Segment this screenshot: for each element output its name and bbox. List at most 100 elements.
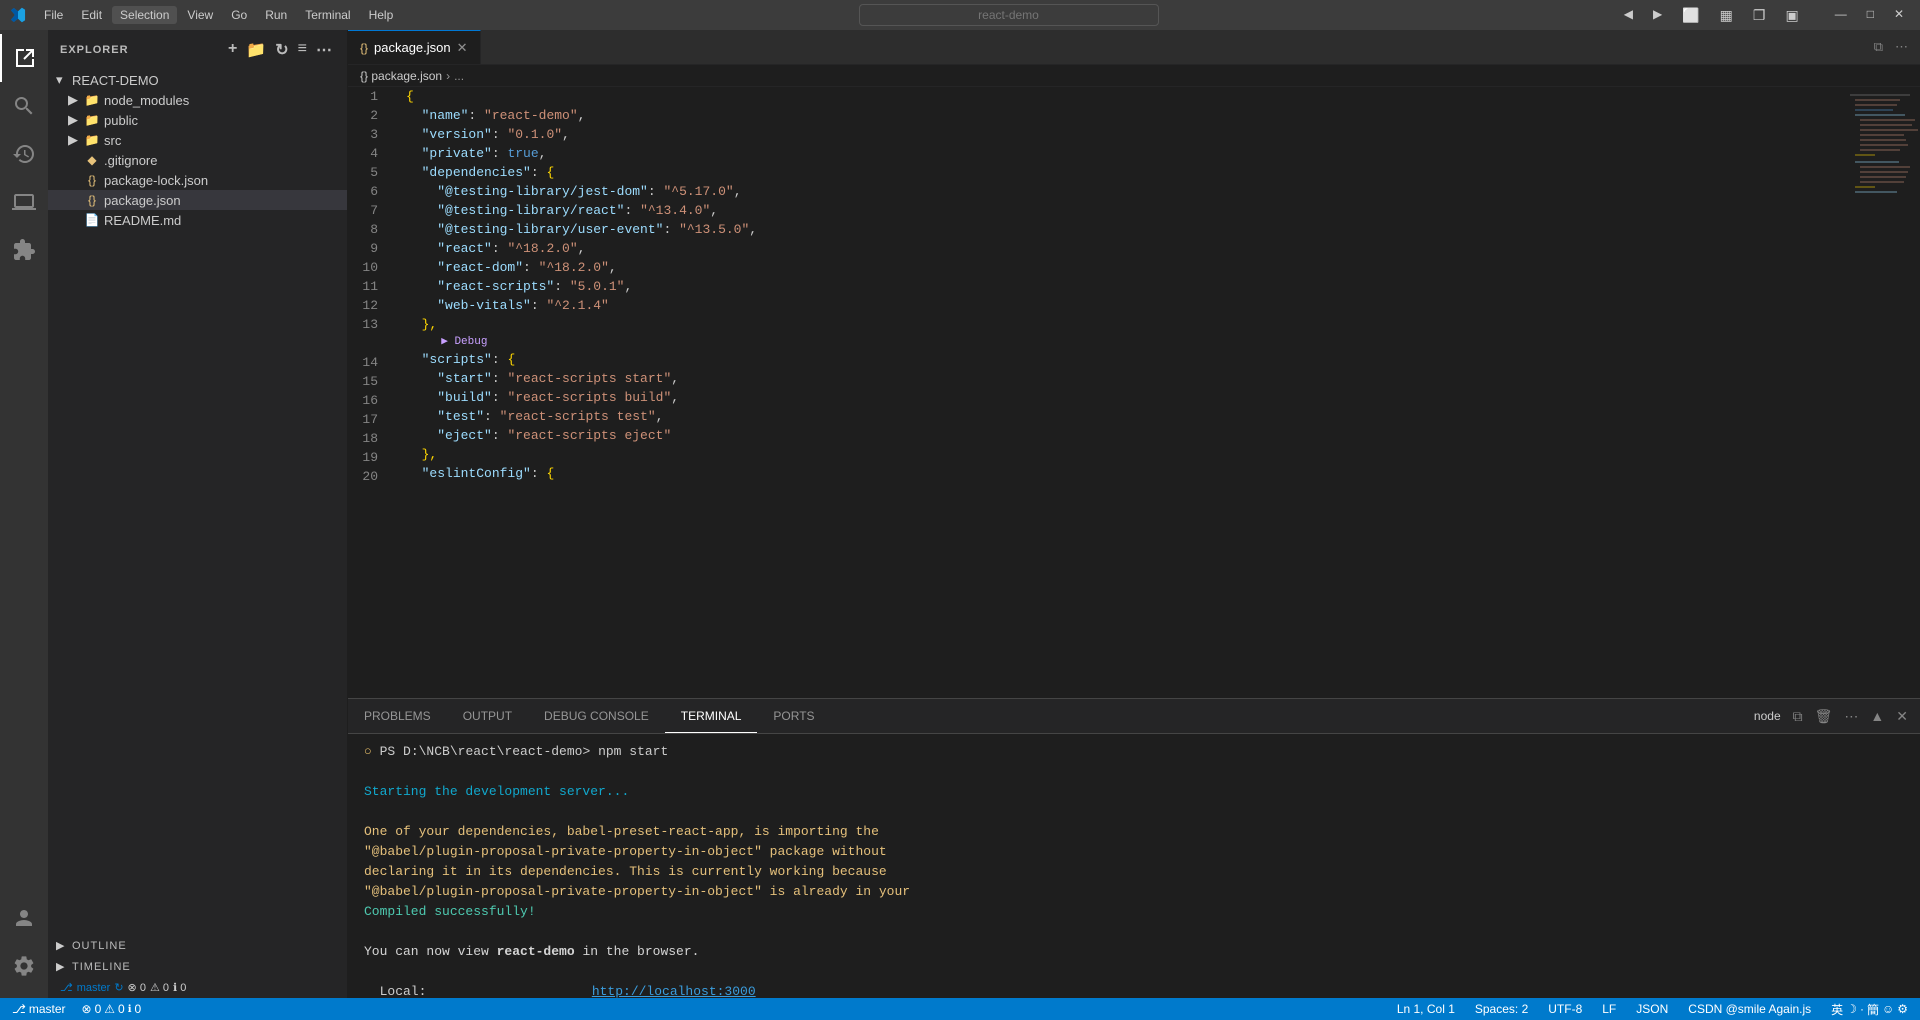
- vscode-logo: [8, 5, 28, 25]
- activity-bottom: [0, 894, 48, 998]
- timeline-section[interactable]: ▶ TIMELINE: [48, 956, 347, 977]
- ps-icon: ○: [364, 744, 372, 759]
- ime-settings-icon: ⚙: [1897, 1002, 1908, 1016]
- timeline-arrow: ▶: [56, 960, 72, 973]
- ime-smile-icon: ☺: [1882, 1002, 1894, 1016]
- project-root[interactable]: ▾ REACT-DEMO: [48, 70, 347, 90]
- activity-settings[interactable]: [0, 942, 48, 990]
- timeline-label: TIMELINE: [72, 961, 131, 973]
- status-errors[interactable]: ⊗ 0 ⚠ 0 ℹ 0: [78, 1002, 146, 1016]
- readme-file[interactable]: ▶ 📄 README.md: [48, 210, 347, 230]
- activity-search[interactable]: [0, 82, 48, 130]
- breadcrumb-file[interactable]: {} package.json: [360, 69, 442, 83]
- nav-forward[interactable]: ▶: [1645, 3, 1670, 28]
- layout-icon-3[interactable]: ❐: [1745, 3, 1774, 28]
- new-folder-icon[interactable]: 📁: [244, 38, 269, 62]
- terminal-kill-icon[interactable]: 🗑: [1811, 706, 1837, 727]
- tab-terminal[interactable]: TERMINAL: [665, 699, 758, 733]
- layout-icon-1[interactable]: ⬜: [1674, 3, 1707, 28]
- panel-more-icon[interactable]: ⋯: [1840, 706, 1862, 727]
- status-branch-item[interactable]: ⎇ master: [8, 1002, 70, 1016]
- terminal-content[interactable]: ○ PS D:\NCB\react\react-demo> npm start …: [348, 734, 1920, 998]
- code-line-11: "react-scripts": "5.0.1",: [406, 277, 1832, 296]
- more-tabs-icon[interactable]: ⋯: [1891, 37, 1912, 57]
- folder-icon: 📁: [84, 113, 100, 127]
- menu-run[interactable]: Run: [257, 6, 295, 24]
- code-line-18: "eject": "react-scripts eject": [406, 426, 1832, 445]
- tab-bar: {} package.json ✕ ⧉ ⋯: [348, 30, 1920, 65]
- sidebar: EXPLORER + 📁 ↻ ≡ ⋯ ▾ REACT-DEMO ▶ 📁 node…: [48, 30, 348, 998]
- nav-back[interactable]: ◀: [1616, 3, 1641, 28]
- new-file-icon[interactable]: +: [226, 38, 240, 62]
- status-encoding[interactable]: UTF-8: [1544, 1002, 1586, 1016]
- activity-extensions[interactable]: [0, 226, 48, 274]
- outline-section[interactable]: ▶ OUTLINE: [48, 935, 347, 956]
- tab-debug-console[interactable]: DEBUG CONSOLE: [528, 699, 665, 733]
- statusbar: ⎇ master ⊗ 0 ⚠ 0 ℹ 0 Ln 1, Col 1 Spaces:…: [0, 998, 1920, 1020]
- status-ln-col[interactable]: Ln 1, Col 1: [1393, 1002, 1459, 1016]
- search-input[interactable]: [859, 4, 1159, 26]
- status-language[interactable]: JSON: [1632, 1002, 1672, 1016]
- folder-name: public: [104, 113, 138, 128]
- minimize-button[interactable]: —: [1827, 3, 1855, 28]
- package-lock-file[interactable]: ▶ {} package-lock.json: [48, 170, 347, 190]
- tab-package-json[interactable]: {} package.json ✕: [348, 30, 481, 64]
- file-name: package-lock.json: [104, 173, 208, 188]
- outline-arrow: ▶: [56, 939, 72, 952]
- status-feedback[interactable]: CSDN @smile Again.js: [1684, 1002, 1815, 1016]
- status-ime: 英 ☽ · 簡 ☺ ⚙: [1827, 1001, 1912, 1018]
- folder-icon: 📁: [84, 133, 100, 147]
- code-line-8: "@testing-library/user-event": "^13.5.0"…: [406, 220, 1832, 239]
- warning-icon: ⚠: [104, 1002, 115, 1016]
- package-json-file[interactable]: ▶ {} package.json: [48, 190, 347, 210]
- tab-output[interactable]: OUTPUT: [447, 699, 528, 733]
- menu-terminal[interactable]: Terminal: [297, 6, 358, 24]
- collapse-icon[interactable]: ≡: [296, 38, 310, 62]
- activity-accounts[interactable]: [0, 894, 48, 942]
- error-icon: ⊗: [82, 1002, 92, 1016]
- tab-close-icon[interactable]: ✕: [457, 40, 468, 56]
- local-url[interactable]: http://localhost:3000: [592, 984, 756, 998]
- panel-close-icon[interactable]: ✕: [1892, 706, 1912, 727]
- terminal-split-icon[interactable]: ⧉: [1789, 706, 1807, 727]
- menu-view[interactable]: View: [179, 6, 221, 24]
- menu-go[interactable]: Go: [223, 6, 255, 24]
- maximize-button[interactable]: □: [1859, 3, 1882, 28]
- refresh-icon[interactable]: ↻: [273, 38, 291, 62]
- public-folder[interactable]: ▶ 📁 public: [48, 110, 347, 130]
- panel-tabs: PROBLEMS OUTPUT DEBUG CONSOLE TERMINAL P…: [348, 699, 1920, 734]
- status-spaces[interactable]: Spaces: 2: [1471, 1002, 1532, 1016]
- local-label: Local:: [364, 982, 584, 998]
- layout-icon-4[interactable]: ▣: [1777, 3, 1806, 28]
- activity-run-debug[interactable]: [0, 178, 48, 226]
- panel-maximize-icon[interactable]: ▲: [1866, 706, 1888, 726]
- menu-selection[interactable]: Selection: [112, 6, 177, 24]
- root-name: REACT-DEMO: [72, 73, 159, 88]
- code-line-1: {: [406, 87, 1832, 106]
- tab-problems[interactable]: PROBLEMS: [348, 699, 447, 733]
- code-line-debug[interactable]: ▶ Debug: [406, 334, 1832, 350]
- menu-edit[interactable]: Edit: [73, 6, 110, 24]
- layout-icon-2[interactable]: ▦: [1712, 3, 1741, 28]
- status-branch-name: master: [29, 1002, 66, 1016]
- activity-source-control[interactable]: [0, 130, 48, 178]
- ime-lang-icon: 英: [1831, 1001, 1843, 1018]
- status-line-ending[interactable]: LF: [1598, 1002, 1620, 1016]
- status-branch[interactable]: ⎇ master ↻ ⊗ 0 ⚠ 0 ℹ 0: [48, 977, 347, 998]
- more-actions-icon[interactable]: ⋯: [314, 38, 335, 62]
- close-button[interactable]: ✕: [1886, 3, 1912, 28]
- menu-file[interactable]: File: [36, 6, 71, 24]
- code-line-2: "name": "react-demo",: [406, 106, 1832, 125]
- code-editor[interactable]: 12345 678910 11121314 1516171819 20 { "n…: [348, 87, 1920, 698]
- code-line-13: },: [406, 315, 1832, 334]
- bottom-panel: PROBLEMS OUTPUT DEBUG CONSOLE TERMINAL P…: [348, 698, 1920, 998]
- activity-explorer[interactable]: [0, 34, 48, 82]
- gitignore-file[interactable]: ▶ ◆ .gitignore: [48, 150, 347, 170]
- error-count: ⊗ 0: [128, 981, 146, 994]
- menu-help[interactable]: Help: [361, 6, 402, 24]
- split-editor-icon[interactable]: ⧉: [1870, 37, 1887, 57]
- breadcrumb-more[interactable]: ...: [454, 69, 464, 83]
- src-folder[interactable]: ▶ 📁 src: [48, 130, 347, 150]
- tab-ports[interactable]: PORTS: [757, 699, 830, 733]
- node-modules-folder[interactable]: ▶ 📁 node_modules: [48, 90, 347, 110]
